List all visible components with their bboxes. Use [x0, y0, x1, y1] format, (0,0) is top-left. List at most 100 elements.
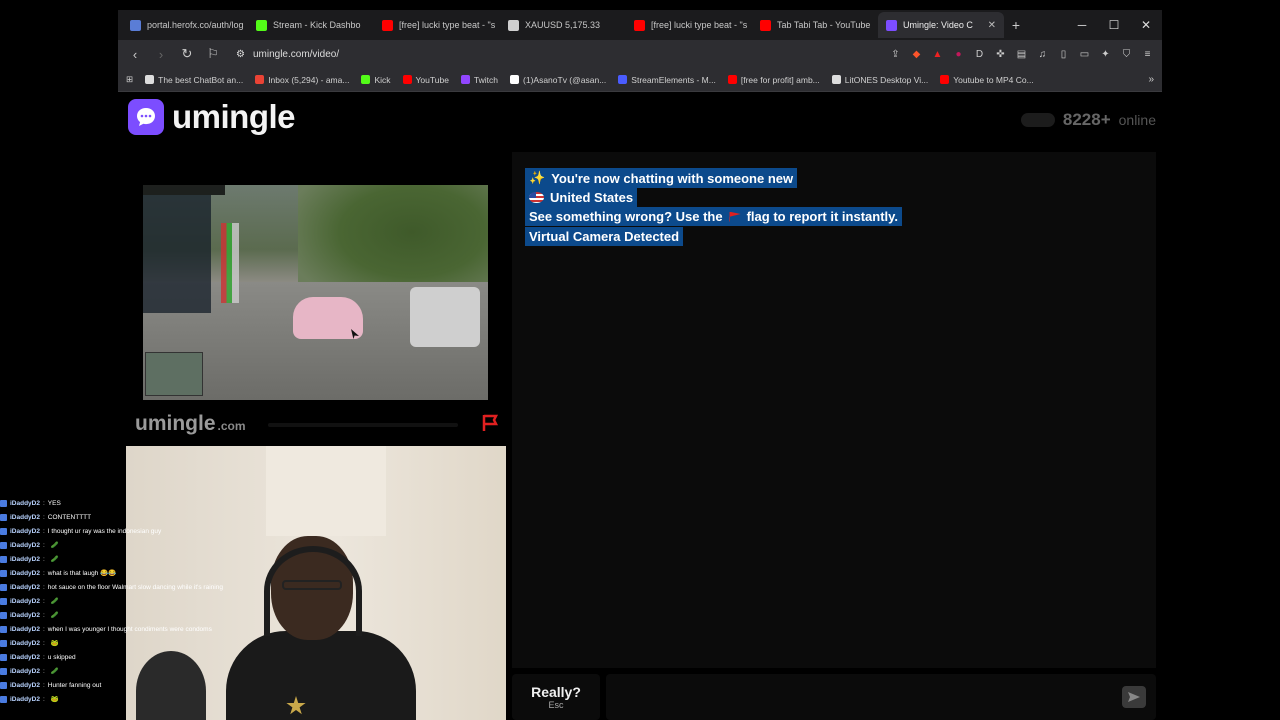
chat-separator: :: [42, 499, 45, 507]
game-menu-panel: [143, 195, 211, 313]
badge-icon: [0, 513, 7, 521]
chat-message: when I was younger I thought condiments …: [47, 625, 212, 633]
stranger-video[interactable]: [143, 185, 488, 400]
extensions-area: ⇪ ◆ ▲ ● D ✜ ▤ ♫ ▯ ▭ ✦ ⛉ ≡: [887, 46, 1156, 63]
extension-icon[interactable]: ▤: [1013, 46, 1030, 63]
brave-shield-icon[interactable]: ◆: [908, 46, 925, 63]
tab-title: [free] lucki type beat - "s: [651, 20, 748, 30]
bookmark-tiktok[interactable]: (1)AsanoTv (@asan...: [510, 75, 606, 85]
emote-icon: 🥒: [50, 612, 59, 619]
chat-separator: :: [42, 597, 45, 605]
tab-umingle[interactable]: Umingle: Video C ✕: [878, 12, 1004, 38]
tab-youtube-beat-2[interactable]: [free] lucki type beat - "s: [626, 12, 752, 38]
bookmark-gmail[interactable]: Inbox (5,294) - ama...: [255, 75, 349, 85]
report-flag-icon: [728, 211, 741, 222]
message-input[interactable]: [606, 674, 1156, 720]
youtube-icon: [634, 19, 645, 31]
bookmark-litones[interactable]: LitONES Desktop Vi...: [831, 75, 928, 85]
tab-xauusd[interactable]: XAUUSD 5,175.33: [500, 12, 626, 38]
chat-username: iDaddyD2: [10, 513, 40, 521]
tab-youtube-beat-1[interactable]: [free] lucki type beat - "s: [374, 12, 500, 38]
stream-chat-line: iDaddyD2: 🥒: [0, 664, 270, 678]
browser-window: portal.herofx.co/auth/log Stream - Kick …: [118, 10, 1162, 720]
leo-ai-icon[interactable]: ✦: [1097, 46, 1114, 63]
tab-youtube-tab[interactable]: Tab Tabi Tab - YouTube: [752, 12, 878, 38]
chat-username: iDaddyD2: [10, 569, 40, 577]
badge-icon: [0, 639, 7, 647]
forward-icon[interactable]: ›: [150, 43, 172, 65]
site-info-icon[interactable]: ⚙: [236, 49, 245, 60]
chat-username: iDaddyD2: [10, 583, 40, 591]
watermark-main: umingle: [135, 412, 216, 435]
kick-icon: [361, 75, 371, 84]
report-flag-icon[interactable]: [481, 414, 501, 432]
badge-icon: [0, 583, 7, 591]
skip-button[interactable]: Really? Esc: [512, 674, 600, 720]
stream-chat-line: iDaddyD2: 🐸: [0, 636, 270, 650]
stream-chat-line: iDaddyD2: 🥒: [0, 608, 270, 622]
bookmark-favicon: [145, 75, 155, 84]
badge-icon: [0, 597, 7, 605]
bookmark-free-for-profit[interactable]: [free for profit] amb...: [727, 75, 820, 85]
badge-icon: [0, 653, 7, 661]
extension-icon[interactable]: ●: [950, 46, 967, 63]
youtube-icon: [382, 19, 393, 31]
bookmark-label: StreamElements - M...: [631, 74, 716, 85]
chat-username: iDaddyD2: [10, 527, 40, 535]
bookmark-icon[interactable]: ⚐: [202, 43, 224, 65]
tab-title: [free] lucki type beat - "s: [399, 20, 496, 30]
bookmark-twitch[interactable]: Twitch: [460, 74, 499, 85]
sparkle-icon: ✨: [529, 170, 546, 185]
share-icon[interactable]: ⇪: [887, 46, 904, 63]
bookmark-yt-mp4[interactable]: Youtube to MP4 Co...: [940, 75, 1034, 85]
chat-report-hint: See something wrong? Use the flag to rep…: [525, 207, 903, 226]
close-tab-icon[interactable]: ✕: [988, 20, 996, 31]
vpn-icon[interactable]: ⛉: [1118, 46, 1135, 63]
gmail-icon: [255, 75, 265, 84]
badge-icon: [0, 569, 7, 577]
bookmark-youtube[interactable]: YouTube: [402, 75, 449, 85]
stream-chat-line: iDaddyD2: YES: [0, 496, 270, 510]
chat-separator: :: [42, 681, 45, 689]
extensions-puzzle-icon[interactable]: ✜: [992, 46, 1009, 63]
chat-username: iDaddyD2: [10, 541, 40, 549]
bookmark-kick[interactable]: Kick: [361, 75, 391, 85]
close-window-icon[interactable]: ✕: [1130, 18, 1162, 32]
chat-username: iDaddyD2: [10, 695, 40, 703]
emote-icon: 🥒: [50, 668, 59, 675]
maximize-icon[interactable]: ☐: [1098, 18, 1130, 32]
tab-kick-dashboard[interactable]: Stream - Kick Dashbo: [248, 12, 374, 38]
bookmark-label: Twitch: [473, 74, 499, 85]
address-bar[interactable]: ⚙ umingle.com/video/: [228, 43, 848, 65]
minimize-icon[interactable]: ─: [1066, 18, 1098, 32]
bookmark-streamelements[interactable]: StreamElements - M...: [618, 75, 716, 85]
chat-username: iDaddyD2: [10, 681, 40, 689]
umingle-page: umingle 8228+ online umingle .com ✨ You'…: [118, 92, 1162, 720]
tab-title: Umingle: Video C: [903, 20, 973, 30]
online-toggle[interactable]: [1020, 113, 1055, 127]
sidebar-icon[interactable]: ▯: [1055, 46, 1072, 63]
tiktok-icon: [510, 75, 520, 84]
chat-separator: :: [42, 541, 45, 549]
badge-icon: [0, 499, 7, 507]
reload-icon[interactable]: ↻: [176, 43, 198, 65]
badge-icon: [0, 681, 7, 689]
send-button[interactable]: [1122, 686, 1146, 708]
skip-hint: Esc: [548, 700, 564, 710]
umingle-logo[interactable]: umingle: [128, 98, 296, 136]
more-bookmarks-icon[interactable]: »: [1148, 74, 1154, 85]
brave-rewards-icon[interactable]: ▲: [929, 46, 946, 63]
chat-bubble-icon: [128, 99, 164, 135]
new-tab-button[interactable]: +: [1004, 17, 1028, 33]
apps-icon[interactable]: ⊞: [126, 74, 133, 85]
stream-chat-overlay: iDaddyD2: YES iDaddyD2: CONTENTTTT iDaddyD2:…: [0, 496, 270, 706]
bookmark-label: Youtube to MP4 Co...: [953, 74, 1034, 85]
tab-herofx[interactable]: portal.herofx.co/auth/log: [122, 12, 248, 38]
back-icon[interactable]: ‹: [124, 43, 146, 65]
media-icon[interactable]: ♫: [1034, 46, 1051, 63]
streamelements-icon: [618, 75, 628, 84]
menu-icon[interactable]: ≡: [1139, 46, 1156, 63]
wallet-icon[interactable]: ▭: [1076, 46, 1093, 63]
extension-icon[interactable]: D: [971, 46, 988, 63]
bookmark-chatbot[interactable]: The best ChatBot an...: [145, 75, 243, 85]
